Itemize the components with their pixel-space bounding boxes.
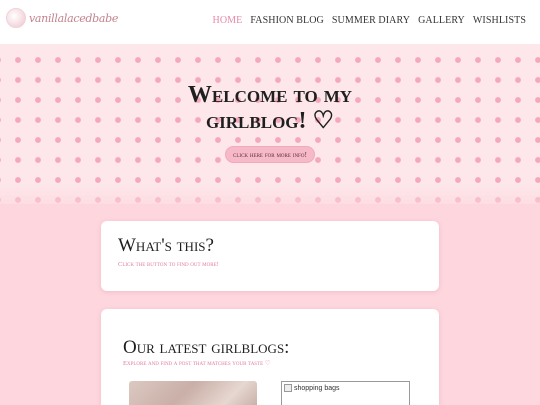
nav-home[interactable]: HOME bbox=[213, 15, 243, 26]
hero-title-line1: Welcome to my bbox=[187, 81, 353, 108]
whats-this-card: What's this? Click the button to find ou… bbox=[101, 221, 439, 291]
broken-image-icon bbox=[284, 384, 292, 392]
nav-wishlists[interactable]: WISHLISTS bbox=[473, 15, 526, 26]
site-logo[interactable]: vanillalacedbabe bbox=[6, 8, 118, 28]
nav-fashion-blog[interactable]: FASHION BLOG bbox=[250, 15, 324, 26]
latest-girlblogs-card: Our latest girlblogs: Explore and find a… bbox=[101, 309, 439, 405]
blog-post-image[interactable] bbox=[129, 381, 257, 405]
more-info-button[interactable]: click here for more info! bbox=[225, 145, 315, 163]
hero-title: Welcome to my girlblog! ♡ bbox=[188, 82, 352, 134]
latest-subtitle: Explore and find a post that matches you… bbox=[123, 360, 271, 367]
nav-gallery[interactable]: GALLERY bbox=[418, 15, 465, 26]
site-header: vanillalacedbabe HOME FASHION BLOG SUMME… bbox=[0, 0, 540, 44]
nav-summer-diary[interactable]: SUMMER DIARY bbox=[332, 15, 410, 26]
whats-this-subtitle: Click the button to find out more! bbox=[118, 261, 219, 268]
broken-image-placeholder: shopping bags bbox=[284, 384, 340, 392]
logo-text: vanillalacedbabe bbox=[29, 11, 119, 25]
logo-badge-icon bbox=[6, 8, 26, 28]
shopping-bags-image[interactable]: shopping bags bbox=[281, 381, 410, 405]
broken-image-alt-text: shopping bags bbox=[294, 384, 340, 392]
main-nav: HOME FASHION BLOG SUMMER DIARY GALLERY W… bbox=[213, 15, 526, 26]
whats-this-title: What's this? bbox=[118, 235, 214, 256]
hero-banner: Welcome to my girlblog! ♡ click here for… bbox=[0, 44, 540, 204]
latest-title: Our latest girlblogs: bbox=[123, 337, 290, 358]
hero-title-line2: girlblog! ♡ bbox=[205, 107, 335, 134]
